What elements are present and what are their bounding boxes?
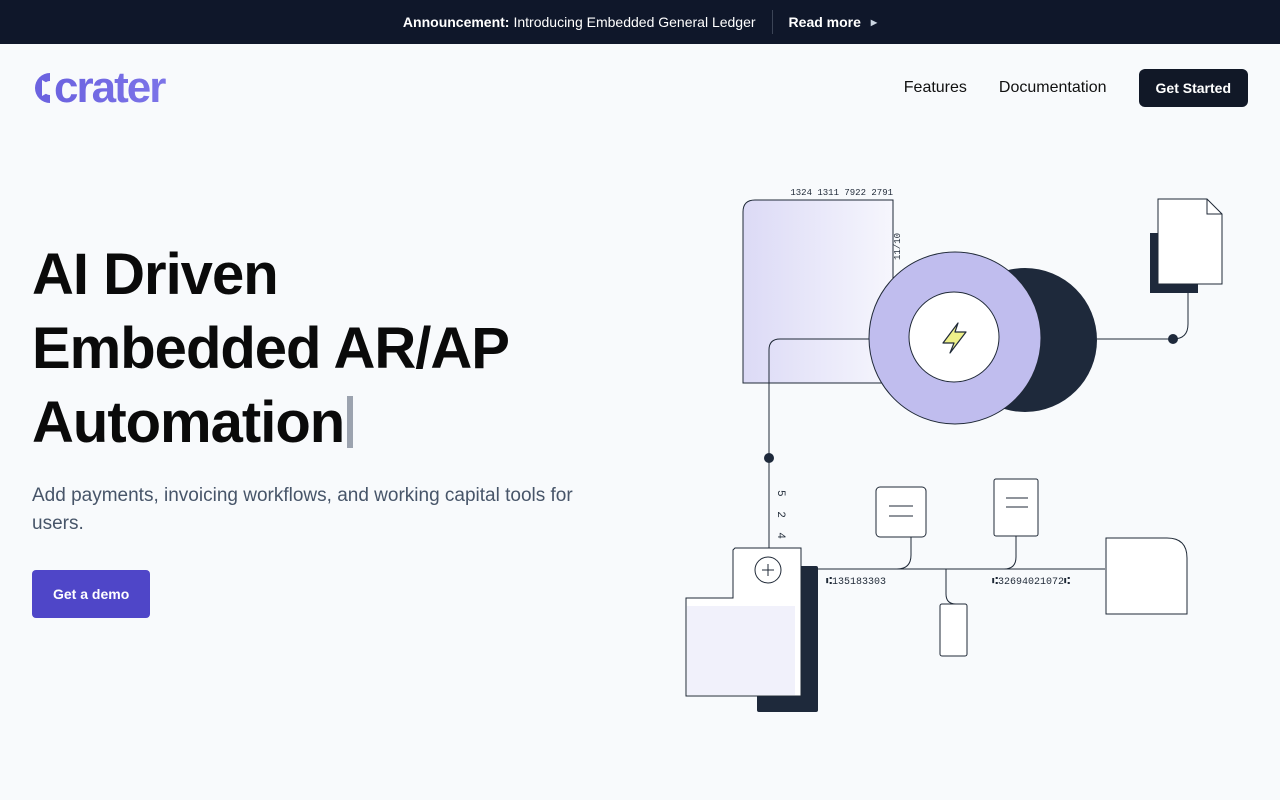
site-header: crater Features Documentation Get Starte… — [32, 68, 1248, 108]
announcement-bar: Announcement: Introducing Embedded Gener… — [0, 0, 1280, 44]
payments-illustration: 1324 1311 7922 2791 11/10 5 2 4 2 ⑆13518… — [685, 188, 1223, 712]
hero-title-line-3-wrap: Automation — [32, 386, 632, 460]
hero-subtitle: Add payments, invoicing workflows, and w… — [32, 485, 573, 534]
get-demo-button[interactable]: Get a demo — [32, 570, 151, 618]
receipt-shape — [1105, 537, 1188, 615]
nav-documentation[interactable]: Documentation — [999, 79, 1107, 97]
typing-caret — [347, 396, 354, 448]
announcement-divider — [771, 10, 773, 34]
card-number-text: 1324 1311 7922 2791 — [790, 188, 893, 198]
triangle-right-icon: ▶ — [870, 17, 878, 27]
hero-title-line-2: Embedded AR/AP — [32, 316, 510, 381]
phone-shape — [939, 603, 968, 657]
announcement-text: Introducing Embedded General Ledger — [513, 14, 756, 30]
svg-text:crater: crater — [54, 68, 166, 108]
hero-title: AI Driven Embedded AR/AP Automation — [32, 238, 632, 460]
card-expiry-text: 11/10 — [893, 233, 903, 260]
account-code-right: ⑆32694021072⑆ — [992, 577, 1070, 588]
get-started-button[interactable]: Get Started — [1138, 69, 1248, 107]
document-icon — [1157, 198, 1223, 285]
invoice-card-1 — [875, 486, 927, 538]
hero-title-line-1: AI Driven — [32, 242, 279, 307]
read-more-label: Read more — [788, 14, 861, 30]
hero-title-line-3: Automation — [32, 390, 345, 455]
hero-section: AI Driven Embedded AR/AP Automation Add … — [32, 238, 632, 618]
crater-logo-mark: crater — [35, 68, 168, 108]
read-more-link[interactable]: Read more ▶ — [789, 14, 878, 30]
crater-logo[interactable]: crater — [32, 68, 210, 108]
main-nav: Features Documentation Get Started — [904, 69, 1248, 107]
nav-features[interactable]: Features — [904, 79, 967, 97]
account-code-left: ⑆135183303 — [826, 577, 886, 588]
announcement-label: Announcement: — [402, 14, 510, 30]
